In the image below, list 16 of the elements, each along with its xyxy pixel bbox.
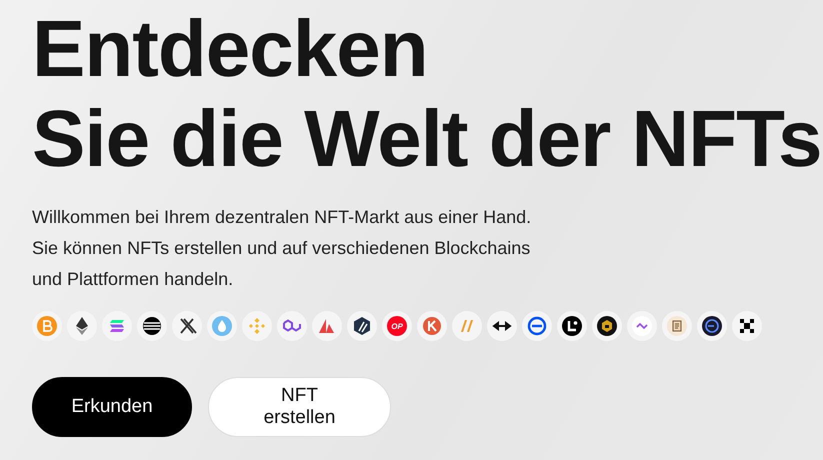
- shield-icon: [352, 316, 372, 336]
- chain-badge-icon: OP: [387, 316, 407, 336]
- create-nft-button[interactable]: NFT erstellen: [208, 377, 391, 437]
- droplet-icon: [212, 316, 232, 336]
- l-logo-icon: [562, 316, 582, 336]
- checker-icon: [737, 316, 757, 336]
- headline: Sie die Welt der NFTs: [32, 94, 822, 184]
- description: Willkommen bei Ihrem dezentralen NFT-Markt aus einer Hand. Sie können NFTs erstellen und auf verschiedenen Blockchains und Plattformen handeln.: [32, 206, 532, 291]
- minus-circle-icon: [527, 316, 547, 336]
- bitcoin-icon: [37, 316, 57, 336]
- striped-circle-icon: [142, 316, 162, 336]
- diamond-pattern-icon: [247, 316, 267, 336]
- scroll-icon: [667, 316, 687, 336]
- headline: Entdecken: [32, 4, 428, 94]
- k-icon: [422, 316, 442, 336]
- explore-button[interactable]: Erkunden: [32, 377, 192, 437]
